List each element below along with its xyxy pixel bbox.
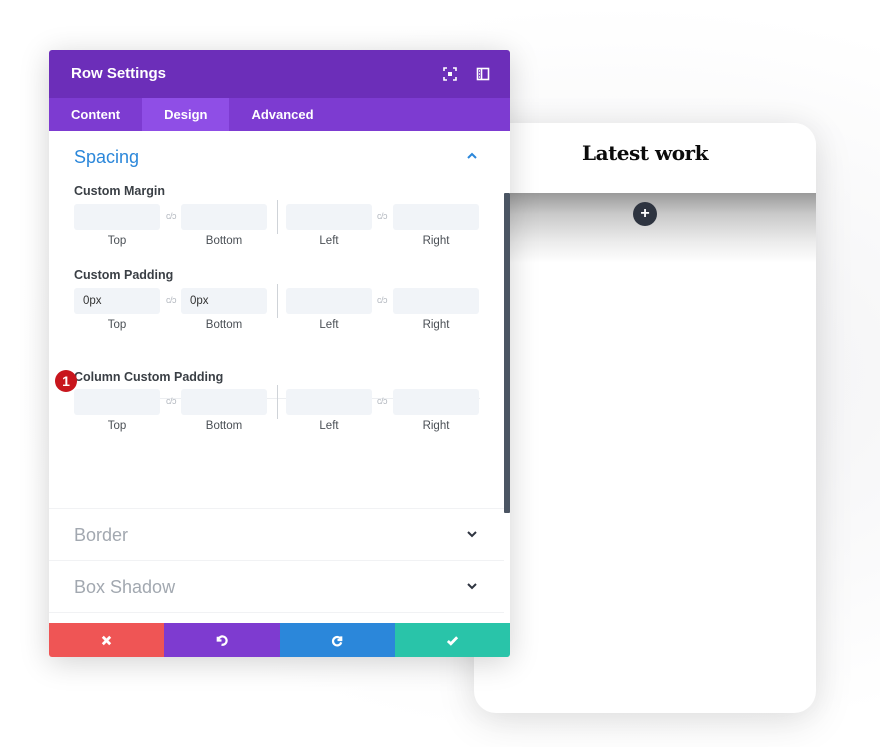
column-padding-top-input[interactable] — [74, 389, 160, 415]
custom-margin-label: Custom Margin — [74, 184, 165, 198]
column-custom-padding-fields: c/ɔ c/ɔ Top Bottom Left Right — [74, 385, 480, 432]
margin-top-input[interactable] — [74, 204, 160, 230]
tab-design[interactable]: Design — [142, 98, 230, 131]
close-icon — [101, 635, 112, 645]
column-padding-right-input[interactable] — [393, 389, 479, 415]
redo-icon — [331, 635, 342, 646]
margin-bottom-input[interactable] — [181, 204, 267, 230]
spacing-section-title: Spacing — [74, 147, 140, 167]
box-shadow-section-toggle[interactable]: Box Shadow — [49, 561, 504, 613]
custom-margin-fields: c/ɔ c/ɔ Top Bottom Left Right — [74, 200, 480, 247]
save-button[interactable] — [394, 623, 510, 657]
page-preview: Latest work + — [474, 123, 816, 713]
field-sublabel: Right — [422, 319, 450, 331]
row-settings-modal: Row Settings Content Design Advanced Spa… — [49, 50, 510, 657]
border-section-title: Border — [74, 525, 129, 545]
add-module-button[interactable]: + — [633, 202, 657, 226]
settings-content: Spacing Custom Margin c/ɔ c/ɔ Top Bottom… — [49, 131, 510, 623]
undo-icon — [217, 634, 229, 646]
field-sublabel: Right — [422, 420, 450, 432]
modal-title: Row Settings — [71, 65, 167, 82]
modal-header: Row Settings — [49, 50, 510, 98]
divider — [277, 284, 278, 318]
box-shadow-section-title: Box Shadow — [74, 577, 176, 597]
link-icon[interactable]: c/ɔ — [373, 295, 391, 307]
column-padding-left-input[interactable] — [286, 389, 372, 415]
expand-icon[interactable] — [443, 67, 457, 81]
padding-bottom-input[interactable] — [181, 288, 267, 314]
column-custom-padding-label: Column Custom Padding — [74, 370, 224, 384]
field-sublabel: Left — [319, 235, 339, 247]
chevron-down-icon[interactable] — [465, 579, 479, 593]
filters-section-toggle[interactable]: Filters — [49, 613, 504, 623]
field-sublabel: Top — [107, 319, 127, 331]
divider — [277, 200, 278, 234]
link-icon[interactable]: c/ɔ — [373, 396, 391, 408]
spacing-section-toggle[interactable]: Spacing — [49, 131, 510, 183]
chevron-down-icon[interactable] — [465, 527, 479, 541]
custom-padding-label: Custom Padding — [74, 268, 174, 282]
field-sublabel: Bottom — [205, 235, 243, 247]
field-sublabel: Left — [319, 319, 339, 331]
field-sublabel: Top — [107, 420, 127, 432]
link-icon[interactable]: c/ɔ — [373, 211, 391, 223]
settings-tabs: Content Design Advanced — [49, 98, 510, 131]
field-sublabel: Right — [422, 235, 450, 247]
scrollbar[interactable] — [504, 193, 510, 513]
preview-heading: Latest work — [582, 141, 708, 165]
step-badge: 1 — [55, 370, 77, 392]
preview-header-row: Latest work — [474, 123, 816, 193]
column-padding-bottom-input[interactable] — [181, 389, 267, 415]
modal-footer — [49, 623, 510, 657]
padding-left-input[interactable] — [286, 288, 372, 314]
custom-padding-fields: c/ɔ c/ɔ Top Bottom Left Right — [74, 284, 480, 331]
cancel-button[interactable] — [49, 623, 165, 657]
field-sublabel: Bottom — [205, 420, 243, 432]
link-icon[interactable]: c/ɔ — [162, 295, 180, 307]
border-section-toggle[interactable]: Border — [49, 509, 504, 561]
link-icon[interactable]: c/ɔ — [162, 211, 180, 223]
tab-content[interactable]: Content — [49, 98, 142, 131]
field-sublabel: Top — [107, 235, 127, 247]
padding-right-input[interactable] — [393, 288, 479, 314]
divider — [277, 385, 278, 419]
field-sublabel: Left — [319, 420, 339, 432]
tab-advanced[interactable]: Advanced — [229, 98, 335, 131]
checkmark-icon — [446, 635, 459, 646]
chevron-up-icon[interactable] — [465, 149, 479, 163]
redo-button[interactable] — [279, 623, 395, 657]
padding-top-input[interactable] — [74, 288, 160, 314]
field-sublabel: Bottom — [205, 319, 243, 331]
link-icon[interactable]: c/ɔ — [162, 396, 180, 408]
undo-button[interactable] — [164, 623, 280, 657]
margin-right-input[interactable] — [393, 204, 479, 230]
split-view-icon[interactable] — [476, 67, 490, 81]
margin-left-input[interactable] — [286, 204, 372, 230]
